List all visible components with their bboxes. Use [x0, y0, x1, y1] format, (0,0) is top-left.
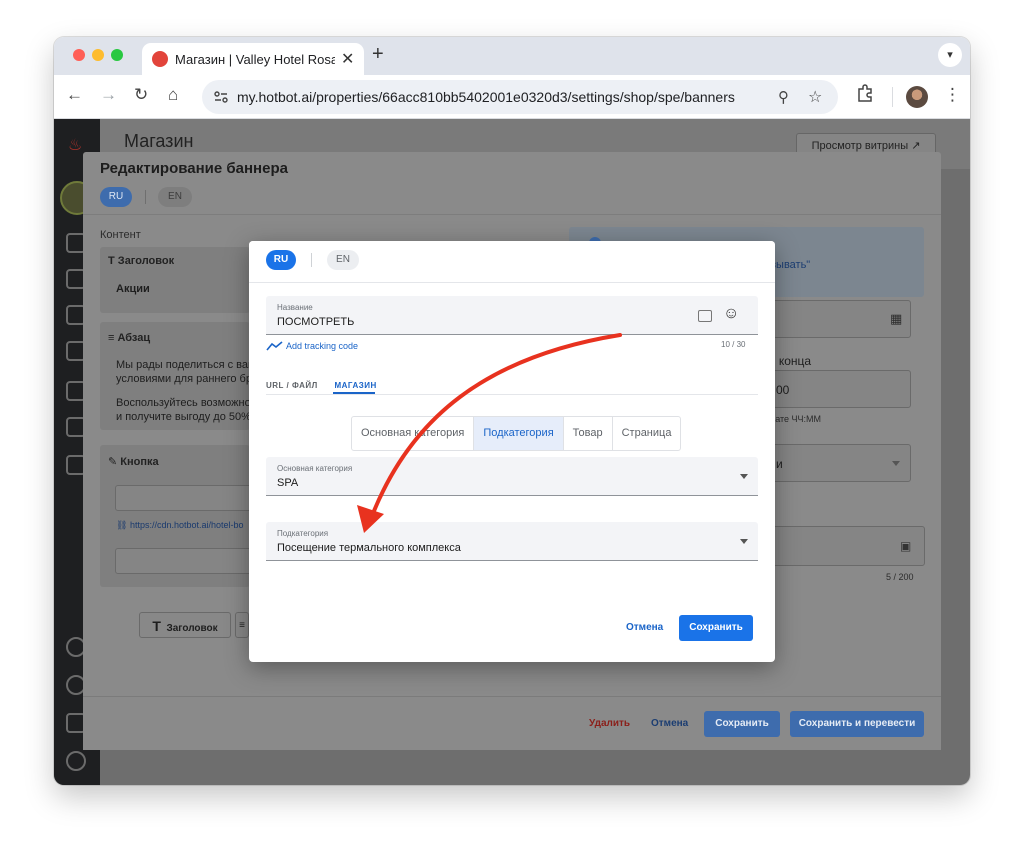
tab-search-chevron-icon[interactable]: ▾ [938, 43, 962, 67]
tab-close-icon[interactable]: ✕ [341, 49, 354, 69]
page-content: ♨ Магазин Просмотр витрины ↗ Редактирова… [54, 119, 970, 785]
bookmark-star-icon[interactable]: ☆ [808, 87, 822, 107]
back-icon[interactable]: ← [66, 85, 83, 105]
profile-avatar[interactable] [906, 86, 928, 108]
toolbar-divider [892, 87, 893, 107]
browser-window: Магазин | Valley Hotel Rosa K ✕ + ▾ ← → … [54, 37, 970, 785]
forward-icon[interactable]: → [100, 85, 117, 105]
reload-icon[interactable]: ↻ [134, 85, 148, 105]
menu-kebab-icon[interactable]: ⋮ [944, 85, 961, 105]
site-settings-icon[interactable] [214, 90, 228, 103]
tab-title: Магазин | Valley Hotel Rosa K [175, 52, 335, 67]
zoom-search-icon[interactable]: ⚲ [778, 88, 789, 106]
hotbot-favicon-icon [152, 51, 168, 67]
home-icon[interactable]: ⌂ [168, 85, 178, 105]
url-text: my.hotbot.ai/properties/66acc810bb540200… [237, 89, 735, 105]
maximize-window-button[interactable] [111, 49, 123, 61]
new-tab-icon[interactable]: + [372, 43, 384, 66]
close-window-button[interactable] [73, 49, 85, 61]
browser-toolbar: ← → ↻ ⌂ my.hotbot.ai/properties/66acc810… [54, 75, 970, 119]
browser-tab[interactable]: Магазин | Valley Hotel Rosa K ✕ [142, 43, 364, 75]
tab-strip: Магазин | Valley Hotel Rosa K ✕ + ▾ [54, 37, 970, 75]
extensions-icon[interactable] [856, 84, 874, 107]
minimize-window-button[interactable] [92, 49, 104, 61]
annotation-arrow [357, 333, 622, 533]
address-bar[interactable]: my.hotbot.ai/properties/66acc810bb540200… [202, 80, 838, 114]
